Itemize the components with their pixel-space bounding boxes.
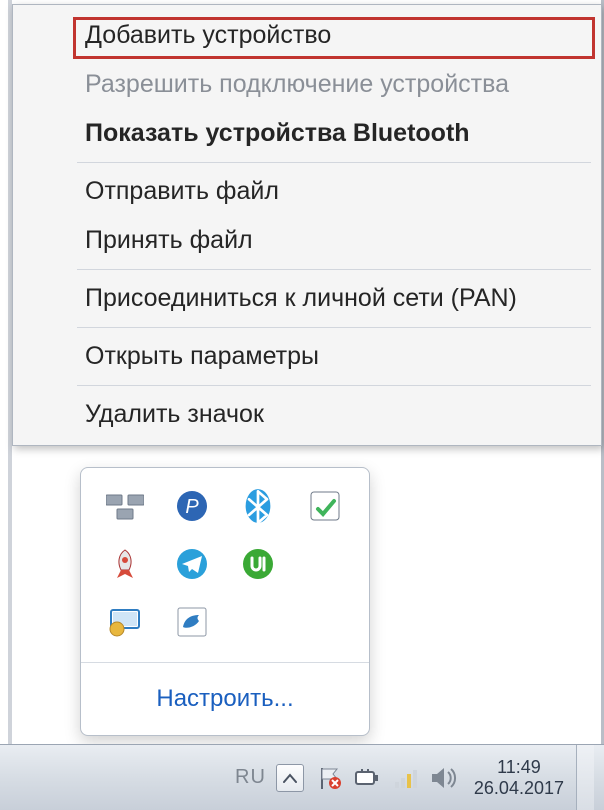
menu-separator (77, 385, 591, 386)
power-icon[interactable] (354, 764, 382, 792)
update-icon[interactable] (305, 486, 345, 526)
bird-icon[interactable] (172, 602, 212, 642)
rocket-icon[interactable] (105, 544, 145, 584)
privacy-icon[interactable]: P (172, 486, 212, 526)
show-desktop-button[interactable] (576, 745, 594, 810)
taskbar: RU (0, 744, 604, 810)
menu-separator (77, 269, 591, 270)
menu-item-receive-file[interactable]: Принять файл (17, 216, 597, 265)
network-icon[interactable] (392, 764, 420, 792)
language-indicator[interactable]: RU (235, 766, 266, 789)
volume-icon[interactable] (430, 764, 458, 792)
menu-item-send-file[interactable]: Отправить файл (17, 167, 597, 216)
flag-icon[interactable] (316, 764, 344, 792)
tray-overflow-popup: P (80, 467, 370, 736)
menu-item-remove-icon[interactable]: Удалить значок (17, 390, 597, 439)
taskbar-clock[interactable]: 11:49 26.04.2017 (474, 757, 564, 798)
clock-date: 26.04.2017 (474, 778, 564, 799)
tray-customize-link[interactable]: Настроить... (81, 663, 369, 735)
clock-time: 11:49 (474, 757, 564, 778)
menu-item-open-settings[interactable]: Открыть параметры (17, 332, 597, 381)
menu-item-add-device[interactable]: Добавить устройство (17, 11, 597, 60)
display-icon[interactable] (105, 602, 145, 642)
tray-overflow-button[interactable] (276, 764, 304, 792)
menu-item-allow-connection: Разрешить подключение устройства (17, 60, 597, 109)
svg-text:P: P (185, 496, 199, 518)
menu-item-join-pan[interactable]: Присоединиться к личной сети (PAN) (17, 274, 597, 323)
drives-icon[interactable] (105, 486, 145, 526)
chevron-up-icon (283, 773, 297, 783)
menu-separator (77, 327, 591, 328)
bluetooth-icon[interactable] (238, 486, 278, 526)
bluetooth-context-menu: Добавить устройство Разрешить подключени… (12, 4, 602, 446)
menu-separator (77, 162, 591, 163)
utorrent-icon[interactable] (238, 544, 278, 584)
menu-item-show-devices[interactable]: Показать устройства Bluetooth (17, 109, 597, 158)
telegram-icon[interactable] (172, 544, 212, 584)
